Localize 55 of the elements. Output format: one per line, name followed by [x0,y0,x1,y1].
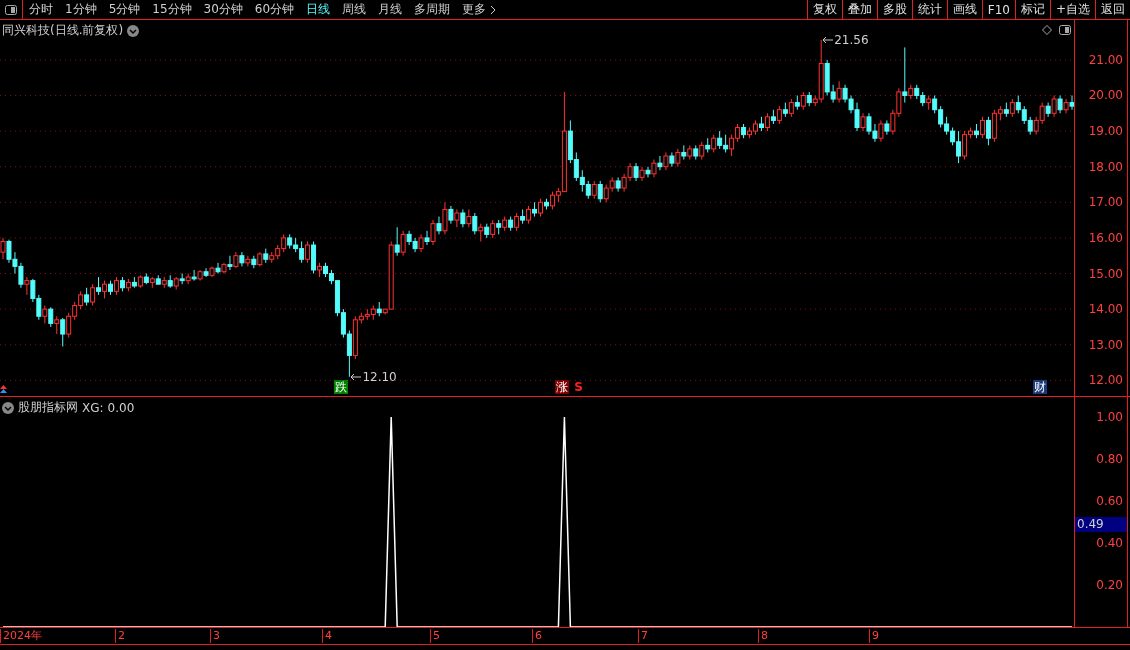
toolbar-button[interactable]: 统计 [911,0,947,19]
cursor-value: 0.49 [1075,517,1127,533]
period-tab[interactable]: 分时 [23,0,59,19]
chart-title: 同兴科技(日线.前复权) [2,22,124,39]
period-tab[interactable]: 15分钟 [146,0,198,19]
toolbar-button[interactable]: 叠加 [841,0,877,19]
toolbar-button[interactable]: 复权 [806,0,842,19]
toolbar-button[interactable]: 多股 [876,0,912,19]
date-label: 4 [322,629,332,643]
price-annotation: 21.56 [834,32,869,47]
period-tab[interactable]: 5分钟 [102,0,147,19]
axis-label: 0.40 [1096,535,1123,550]
indicator-reading: 0.00 [107,400,135,415]
toolbar-button[interactable]: F10 [981,0,1015,19]
more-tab[interactable]: 更多 [456,0,503,19]
date-label: 7 [638,629,648,643]
axis-label: 14.00 [1088,302,1123,317]
axis-label: 1.00 [1096,409,1123,424]
axis-label: 13.00 [1088,337,1123,352]
period-tab[interactable]: 日线 [300,0,337,19]
date-label: 5 [430,629,440,643]
period-tab[interactable]: 1分钟 [59,0,103,19]
axis-label: 21.00 [1088,52,1123,67]
axis-label: 0.80 [1096,451,1123,466]
toolbar-button[interactable]: +自选 [1049,0,1095,19]
date-label: 6 [532,629,542,643]
date-label: 9 [869,629,879,643]
event-marker[interactable]: 跌 [334,380,349,394]
event-marker[interactable]: 涨 [555,380,570,394]
date-label: 3 [210,629,220,643]
axis-label: 18.00 [1088,159,1123,174]
axis-label: 16.00 [1088,230,1123,245]
axis-label: 19.00 [1088,124,1123,139]
axis-label: 17.00 [1088,195,1123,210]
period-tab[interactable]: 多周期 [408,0,457,19]
axis-label: 20.00 [1088,88,1123,103]
date-label: 2024年 [0,629,42,643]
period-tab[interactable]: 30分钟 [197,0,249,19]
price-annotation: 12.10 [362,369,397,384]
toolbar-button[interactable]: 标记 [1014,0,1050,19]
date-label: 8 [758,629,768,643]
axis-label: 15.00 [1088,266,1123,281]
toolbar-button[interactable]: 返回 [1095,0,1130,19]
axis-label: 0.60 [1096,493,1123,508]
period-tab[interactable]: 60分钟 [248,0,301,19]
period-tab[interactable]: 周线 [336,0,373,19]
toolbar-button[interactable]: 画线 [946,0,982,19]
event-marker[interactable]: 财 [1033,380,1048,394]
event-marker[interactable]: S [573,380,584,394]
axis-label: 0.20 [1096,578,1123,592]
date-label: 2 [115,629,125,643]
period-tab[interactable]: 月线 [372,0,409,19]
indicator-title: 股朋指标网 [18,399,78,416]
axis-label: 12.00 [1088,373,1123,388]
series-name: XG: [82,400,104,415]
